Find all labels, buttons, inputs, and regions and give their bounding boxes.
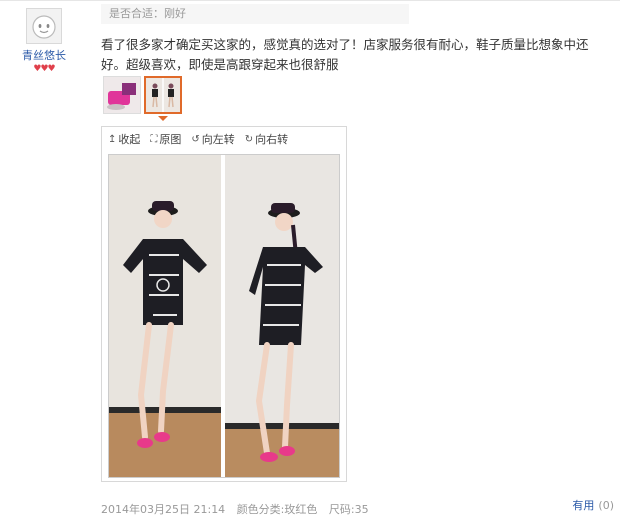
fit-bar: 是否合适：刚好 <box>101 4 409 24</box>
review-meta: 2014年03月25日 21:14 颜色分类:玫红色 尺码:35 <box>101 501 377 517</box>
original-image-label: 原图 <box>159 133 182 146</box>
thumbnail-1[interactable] <box>103 76 141 114</box>
rotate-left-icon: ↺ <box>191 133 200 145</box>
avatar[interactable] <box>26 8 62 44</box>
fit-value: 刚好 <box>164 7 186 20</box>
user-column: 青丝悠长 ♥♥♥ <box>18 8 70 74</box>
thumbnail-2-selected[interactable] <box>144 76 182 114</box>
username-link[interactable]: 青丝悠长 <box>18 47 70 63</box>
photo-image <box>109 155 339 477</box>
rotate-left-button[interactable]: ↺ 向左转 <box>191 131 234 147</box>
collapse-label: 收起 <box>118 133 141 146</box>
rotate-left-label: 向左转 <box>201 133 235 146</box>
photo-thumbnail-icon <box>104 77 140 113</box>
rotate-right-icon: ↻ <box>244 133 254 145</box>
selected-thumbnail-arrow <box>158 116 168 121</box>
review-content: 是否合适：刚好 看了很多家才确定买这家的，感觉真的选对了！店家服务很有耐心，鞋子… <box>101 4 613 516</box>
collapse-icon: ↥ <box>108 133 117 145</box>
collapse-button[interactable]: ↥ 收起 <box>108 131 140 147</box>
useful-button[interactable]: 有用 <box>572 499 594 512</box>
fit-label: 是否合适： <box>109 7 164 20</box>
review-photo[interactable] <box>108 154 340 478</box>
useful-vote: 有用 (0) <box>572 497 614 513</box>
rotate-right-label: 向右转 <box>255 133 289 146</box>
default-avatar-icon <box>32 15 56 39</box>
size-info: 尺码:35 <box>328 503 369 516</box>
viewer-toolbar: ↥ 收起 ⛶ 原图 ↺ 向左转 ↻ 向右转 <box>102 127 346 151</box>
review-text: 看了很多家才确定买这家的，感觉真的选对了！店家服务很有耐心，鞋子质量比想象中还好… <box>101 37 589 72</box>
rotate-right-button[interactable]: ↻ 向右转 <box>245 131 288 147</box>
photo-thumbnail-icon <box>146 78 180 112</box>
color-category: 颜色分类:玫红色 <box>236 503 318 516</box>
review-date: 2014年03月25日 21:14 <box>101 503 226 516</box>
expand-icon: ⛶ <box>150 133 158 145</box>
original-image-button[interactable]: ⛶ 原图 <box>150 131 181 147</box>
image-viewer: ↥ 收起 ⛶ 原图 ↺ 向左转 ↻ 向右转 <box>101 126 347 482</box>
useful-count: (0) <box>598 499 614 512</box>
rating-hearts: ♥♥♥ <box>33 64 55 74</box>
top-divider <box>0 0 620 1</box>
